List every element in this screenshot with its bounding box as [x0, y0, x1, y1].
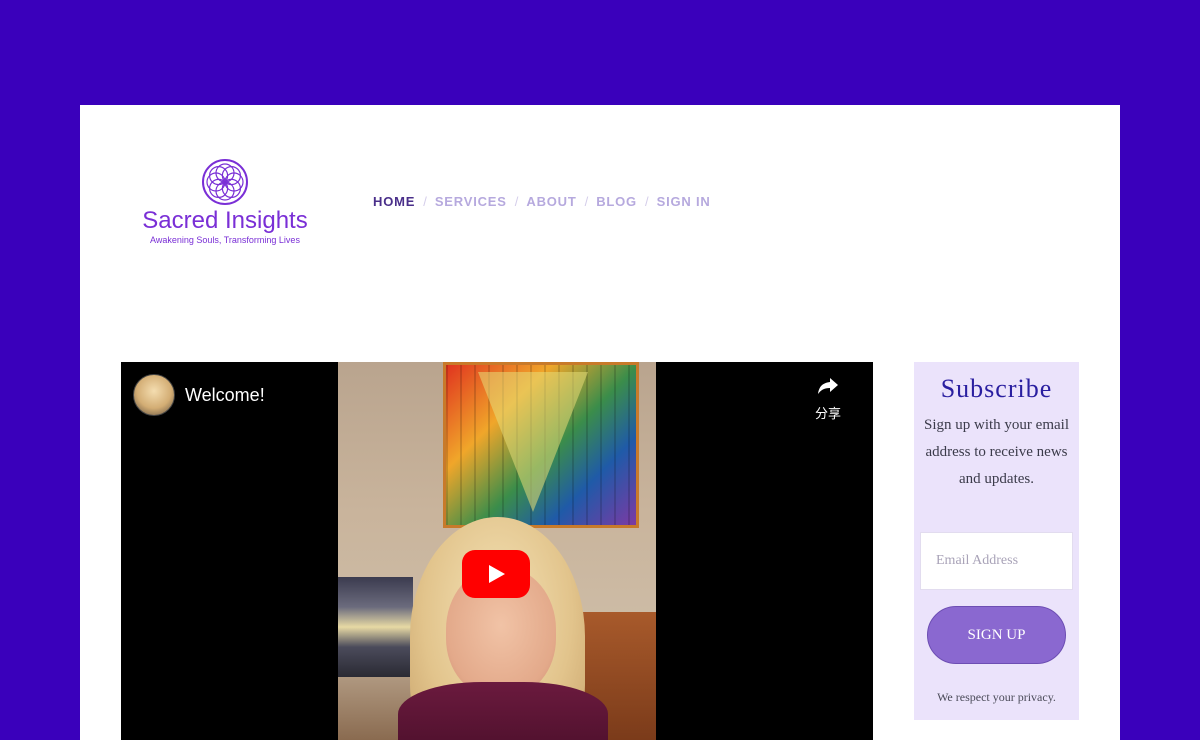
nav-blog[interactable]: BLOG [596, 194, 637, 209]
main-nav: HOME / SERVICES / ABOUT / BLOG / SIGN IN [373, 194, 711, 209]
site-tagline: Awakening Souls, Transforming Lives [150, 235, 300, 245]
email-field[interactable] [920, 532, 1073, 590]
nav-separator: / [423, 194, 427, 209]
channel-avatar[interactable] [133, 374, 175, 416]
privacy-note: We respect your privacy. [937, 690, 1056, 704]
site-logo[interactable]: Sacred Insights Awakening Souls, Transfo… [135, 158, 315, 246]
share-button[interactable]: 分享 [815, 376, 841, 422]
subscribe-title: Subscribe [940, 374, 1053, 403]
nav-sign-in[interactable]: SIGN IN [657, 194, 711, 209]
sign-up-button[interactable]: SIGN UP [927, 606, 1066, 664]
share-label: 分享 [814, 407, 841, 422]
shelf-image [338, 577, 413, 677]
nav-about[interactable]: ABOUT [526, 194, 576, 209]
person-shirt [398, 682, 608, 740]
subscribe-description: Sign up with your email address to recei… [924, 417, 1069, 487]
video-header: Welcome! [133, 374, 265, 416]
youtube-play-icon[interactable] [462, 550, 530, 598]
nav-home[interactable]: HOME [373, 194, 415, 209]
video-title[interactable]: Welcome! [185, 385, 265, 406]
subscribe-widget: Subscribe Sign up with your email addres… [914, 362, 1079, 720]
flower-of-life-icon [202, 159, 248, 205]
video-embed[interactable]: Welcome! 分享 [121, 362, 873, 740]
nav-services[interactable]: SERVICES [435, 194, 507, 209]
share-arrow-icon [817, 378, 838, 394]
nav-separator: / [514, 194, 519, 209]
nav-separator: / [644, 194, 649, 209]
page-container: Sacred Insights Awakening Souls, Transfo… [80, 105, 1120, 740]
quilt-triangle [478, 372, 588, 512]
nav-separator: / [584, 194, 589, 209]
site-name: Sacred Insights [142, 207, 308, 234]
